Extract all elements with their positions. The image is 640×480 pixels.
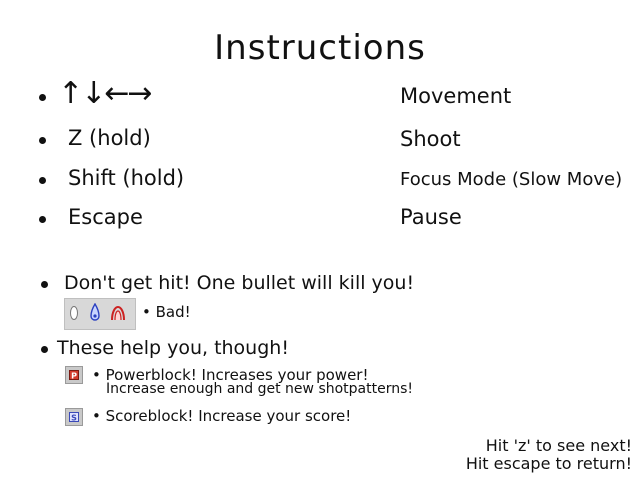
- shoot-key-label: Z (hold): [68, 126, 151, 150]
- shoot-action-label: Shoot: [400, 127, 461, 151]
- bad-label: • Bad!: [142, 303, 191, 321]
- white-oval-bullet-icon: [70, 306, 78, 320]
- scoreblock-description: • Scoreblock! Increase your score!: [92, 407, 352, 425]
- svg-text:P: P: [71, 372, 77, 381]
- next-hint: Hit 'z' to see next!: [485, 436, 632, 455]
- return-hint: Hit escape to return!: [465, 454, 632, 473]
- bullet-dot: [39, 137, 46, 144]
- bullet-dot: [39, 94, 46, 101]
- movement-action-label: Movement: [400, 84, 512, 108]
- svg-text:S: S: [71, 414, 77, 423]
- screen-title: Instructions: [214, 28, 426, 68]
- enemy-bullets-panel: [64, 298, 136, 330]
- powerblock-icon: P: [65, 366, 83, 384]
- blue-drop-bullet-icon: [90, 303, 100, 321]
- bullet-dot: [41, 281, 48, 288]
- instructions-screen: Instructions ↑↓←→ Movement Z (hold) Shoo…: [0, 0, 640, 480]
- arrow-keys-label: ↑↓←→: [58, 76, 153, 111]
- bullet-dot: [39, 177, 46, 184]
- scoreblock-icon: S: [65, 408, 83, 426]
- pause-action-label: Pause: [400, 205, 462, 229]
- control-row-shoot: Z (hold) Shoot: [0, 126, 640, 156]
- control-row-pause: Escape Pause: [0, 205, 640, 235]
- bullet-dot: [39, 216, 46, 223]
- focus-action-label: Focus Mode (Slow Move): [400, 169, 623, 190]
- helpers-heading: These help you, though!: [57, 337, 289, 359]
- control-row-focus: Shift (hold) Focus Mode (Slow Move): [0, 166, 640, 196]
- control-row-movement: ↑↓←→ Movement: [0, 76, 640, 114]
- red-arc-bullet-icon: [111, 305, 125, 321]
- pause-key-label: Escape: [68, 205, 143, 229]
- warning-text: Don't get hit! One bullet will kill you!: [64, 272, 415, 294]
- bullet-dot: [41, 346, 48, 353]
- powerblock-description-line2: Increase enough and get new shotpatterns…: [106, 381, 414, 397]
- focus-key-label: Shift (hold): [68, 166, 185, 190]
